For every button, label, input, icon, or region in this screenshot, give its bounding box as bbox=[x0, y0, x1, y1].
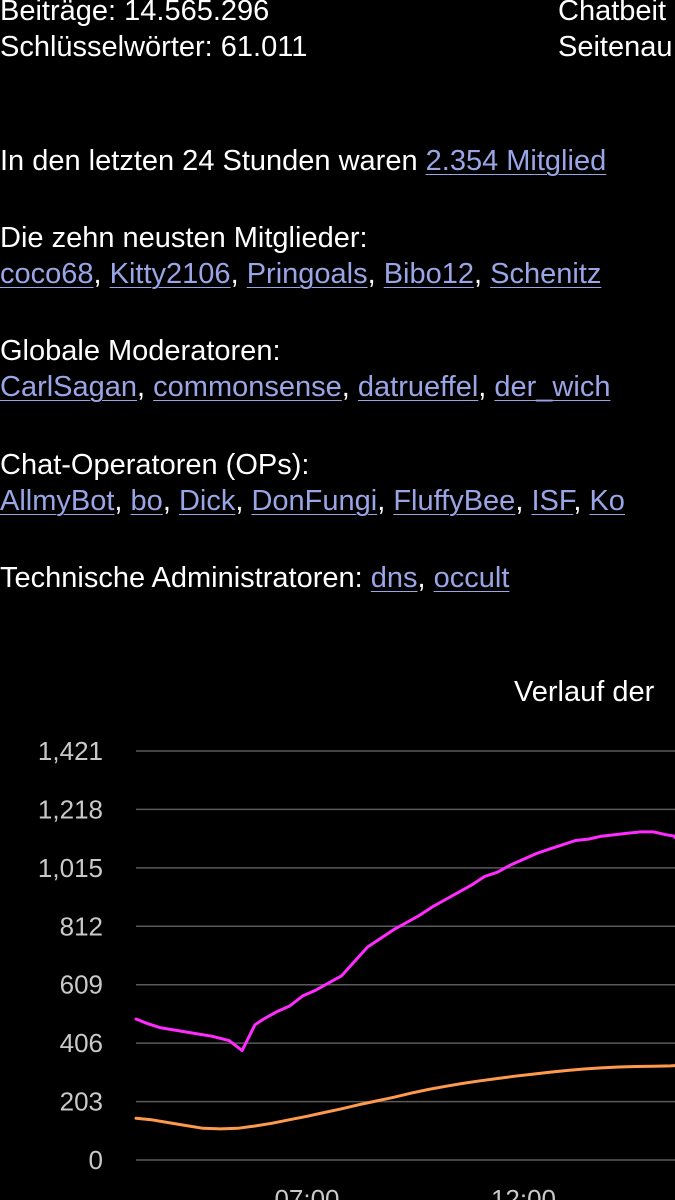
newest-members-list: coco68, Kitty2106, Pringoals, Bibo12, Sc… bbox=[0, 258, 602, 290]
series-line-2 bbox=[134, 1064, 675, 1131]
moderator-link[interactable]: datrueffel bbox=[358, 371, 478, 403]
stat-posts: Beiträge: 14.565.296 bbox=[0, 0, 270, 27]
online-members-link[interactable]: 2.354 Mitglied bbox=[426, 145, 607, 177]
newest-members-heading: Die zehn neusten Mitglieder: bbox=[0, 222, 368, 254]
member-link[interactable]: Pringoals bbox=[247, 258, 368, 290]
stat-keywords: Schlüsselwörter: 61.011 bbox=[0, 31, 308, 63]
operator-link[interactable]: DonFungi bbox=[251, 485, 377, 517]
x-tick-label: 12:00 bbox=[491, 1184, 556, 1200]
y-tick-label: 0 bbox=[89, 1145, 103, 1175]
global-mods-list: CarlSagan, commonsense, datrueffel, der_… bbox=[0, 371, 611, 403]
y-tick-label: 1,421 bbox=[38, 736, 103, 766]
last-24-hours-text: In den letzten 24 Stunden waren bbox=[0, 145, 426, 177]
y-tick-label: 1,218 bbox=[38, 794, 103, 824]
activity-chart: 1,421 1,218 1,015 812 609 406 203 0 07:00 12:00 bbox=[38, 736, 675, 1200]
operator-link[interactable]: Dick bbox=[179, 485, 235, 517]
moderator-link[interactable]: commonsense bbox=[153, 371, 342, 403]
y-tick-label: 609 bbox=[60, 970, 103, 1000]
operator-link[interactable]: AllmyBot bbox=[0, 485, 114, 517]
member-link[interactable]: Bibo12 bbox=[384, 258, 474, 290]
chart-grid bbox=[136, 750, 675, 1161]
y-tick-label: 203 bbox=[60, 1087, 103, 1117]
chat-ops-heading: Chat-Operatoren (OPs): bbox=[0, 449, 310, 481]
member-link[interactable]: Kitty2106 bbox=[110, 258, 231, 290]
y-tick-label: 406 bbox=[60, 1028, 103, 1058]
tech-admins: Technische Administratoren: dns, occult bbox=[0, 562, 510, 594]
stat-chat-posts: Chatbeit bbox=[558, 0, 667, 27]
y-tick-label: 1,015 bbox=[38, 853, 103, 883]
y-axis: 1,421 1,218 1,015 812 609 406 203 0 bbox=[38, 736, 103, 1175]
y-tick-label: 812 bbox=[60, 911, 103, 941]
operator-link[interactable]: ISF bbox=[531, 485, 573, 517]
tech-admins-heading: Technische Administratoren: bbox=[0, 562, 371, 594]
member-link[interactable]: coco68 bbox=[0, 258, 94, 290]
moderator-link[interactable]: CarlSagan bbox=[0, 371, 137, 403]
admin-link[interactable]: occult bbox=[434, 562, 510, 594]
operator-link[interactable]: FluffyBee bbox=[393, 485, 515, 517]
series-line-1 bbox=[134, 830, 675, 1053]
stat-page-views: Seitenau bbox=[558, 31, 673, 63]
chat-ops-list: AllmyBot, bo, Dick, DonFungi, FluffyBee,… bbox=[0, 485, 625, 517]
admin-link[interactable]: dns bbox=[371, 562, 418, 594]
operator-link[interactable]: bo bbox=[131, 485, 163, 517]
global-mods-heading: Globale Moderatoren: bbox=[0, 335, 281, 367]
chart-series bbox=[134, 830, 675, 1131]
x-axis: 07:00 12:00 bbox=[274, 1184, 556, 1200]
chart-title: Verlauf der bbox=[514, 676, 655, 708]
x-tick-label: 07:00 bbox=[274, 1184, 339, 1200]
last-24-hours: In den letzten 24 Stunden waren 2.354 Mi… bbox=[0, 143, 606, 179]
operator-link[interactable]: Ko bbox=[589, 485, 624, 517]
member-link[interactable]: Schenitz bbox=[490, 258, 601, 290]
moderator-link[interactable]: der_wich bbox=[494, 371, 610, 403]
